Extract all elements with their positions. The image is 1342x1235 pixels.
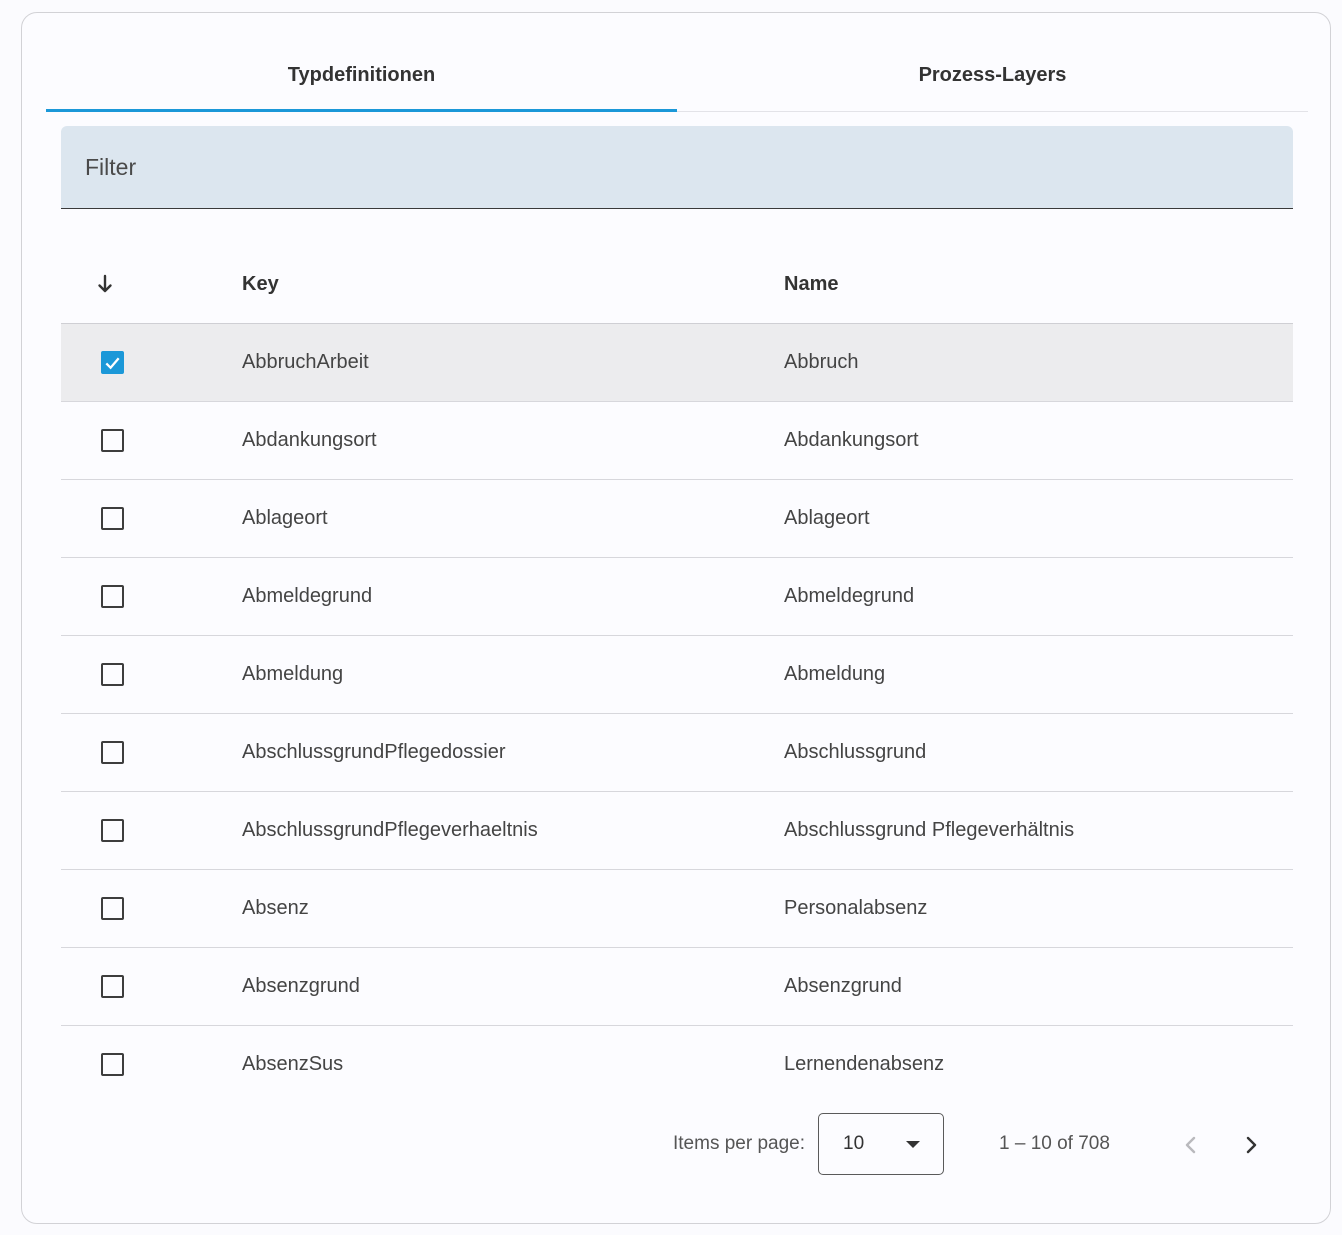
page-size-value: 10 [843,1133,865,1154]
column-header-key[interactable]: Key [242,273,784,296]
row-checkbox[interactable] [101,819,124,842]
cell-name: Lernendenabsenz [784,1053,945,1075]
table-header: Key Name [61,245,1293,324]
filter-field[interactable]: Filter [61,126,1293,209]
cell-key: Ablageort [242,507,328,529]
chevron-right-icon [1246,1136,1257,1154]
cell-key: Abmeldegrund [242,585,373,607]
tab-prozess-layers[interactable]: Prozess-Layers [677,45,1308,111]
cell-name: Abschlussgrund [784,741,927,763]
range-label: 1 – 10 of 708 [999,1133,1110,1154]
cell-name: Abmeldegrund [784,585,915,607]
tab-bar: Typdefinitionen Prozess-Layers [46,45,1308,112]
previous-page-button[interactable] [1171,1125,1211,1165]
row-checkbox[interactable] [101,429,124,452]
cell-name: Abbruch [784,351,859,373]
table-row[interactable]: Absenz Personalabsenz [61,870,1293,948]
cell-key: AbschlussgrundPflegeverhaeltnis [242,819,538,841]
tab-label: Typdefinitionen [287,63,436,86]
types-table: Key Name AbbruchArbeit Abbruch Abdankung… [61,245,1293,1103]
types-card: Typdefinitionen Prozess-Layers Filter Ke… [21,12,1331,1224]
cell-key: Absenz [242,897,309,919]
table-row[interactable]: Abmeldung Abmeldung [61,636,1293,714]
table-row[interactable]: Ablageort Ablageort [61,480,1293,558]
row-checkbox[interactable] [101,897,124,920]
caret-down-icon [906,1140,920,1148]
page-size-select[interactable]: 10 [818,1113,944,1175]
cell-key: Abdankungsort [242,429,377,451]
row-checkbox[interactable] [101,975,124,998]
cell-key: Abmeldung [242,663,344,685]
cell-key: AbschlussgrundPflegedossier [242,741,506,763]
cell-key: AbsenzSus [242,1053,344,1075]
cell-name: Abmeldung [784,663,886,685]
table-row[interactable]: Abmeldegrund Abmeldegrund [61,558,1293,636]
column-header-name[interactable]: Name [784,273,1293,296]
table-row[interactable]: Abdankungsort Abdankungsort [61,402,1293,480]
table-row[interactable]: AbschlussgrundPflegeverhaeltnis Abschlus… [61,792,1293,870]
arrow-down-icon[interactable] [96,273,114,295]
tab-label: Prozess-Layers [918,63,1067,86]
cell-key: AbbruchArbeit [242,351,369,373]
cell-name: Abschlussgrund Pflegeverhältnis [784,819,1075,841]
sort-header-cell[interactable] [61,273,242,295]
table-row[interactable]: AbschlussgrundPflegedossier Abschlussgru… [61,714,1293,792]
tab-typdefinitionen[interactable]: Typdefinitionen [46,45,677,112]
items-per-page-label: Items per page: [673,1133,806,1154]
table-row[interactable]: Absenzgrund Absenzgrund [61,948,1293,1026]
cell-key: Absenzgrund [242,975,360,997]
chevron-left-icon [1185,1136,1196,1154]
cell-name: Absenzgrund [784,975,902,997]
paginator: Items per page: 10 1 – 10 of 708 [22,1113,1332,1177]
next-page-button[interactable] [1231,1125,1271,1165]
row-checkbox[interactable] [101,507,124,530]
filter-input[interactable] [61,126,1293,208]
cell-name: Personalabsenz [784,897,928,919]
cell-name: Abdankungsort [784,429,919,451]
check-icon [105,357,120,369]
row-checkbox[interactable] [101,1053,124,1076]
table-row[interactable]: AbsenzSus Lernendenabsenz [61,1026,1293,1103]
cell-name: Ablageort [784,507,870,529]
row-checkbox[interactable] [101,741,124,764]
row-checkbox[interactable] [101,585,124,608]
row-checkbox[interactable] [101,663,124,686]
row-checkbox[interactable] [101,351,124,374]
table-row[interactable]: AbbruchArbeit Abbruch [61,324,1293,402]
